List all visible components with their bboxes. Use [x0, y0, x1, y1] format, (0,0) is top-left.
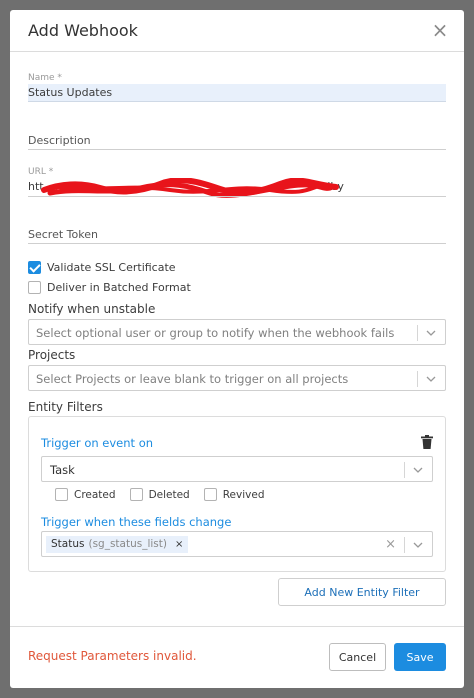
add-webhook-dialog: Add Webhook × Name * Status Updates Desc…	[10, 10, 464, 688]
batched-format-row[interactable]: Deliver in Batched Format	[28, 280, 191, 294]
event-deleted-checkbox[interactable]	[129, 488, 143, 501]
error-message: Request Parameters invalid.	[28, 649, 197, 663]
fields-select[interactable]: Status (sg_status_list) × ×	[41, 531, 433, 557]
event-checkboxes: Created Deleted Revived	[55, 488, 279, 501]
remove-tag-icon[interactable]: ×	[175, 536, 183, 553]
entity-type-select[interactable]: Task	[41, 456, 433, 482]
event-revived-label: Revived	[222, 488, 265, 501]
clear-icon[interactable]: ×	[385, 537, 396, 552]
projects-select[interactable]: Select Projects or leave blank to trigge…	[28, 365, 446, 391]
notify-select[interactable]: Select optional user or group to notify …	[28, 319, 446, 345]
projects-separator	[417, 371, 418, 387]
secret-token-field[interactable]: Secret Token	[28, 228, 98, 241]
projects-placeholder: Select Projects or leave blank to trigge…	[36, 372, 349, 386]
trigger-fields-label: Trigger when these fields change	[41, 515, 232, 529]
validate-ssl-label: Validate SSL Certificate	[47, 260, 176, 274]
trash-icon[interactable]	[421, 435, 433, 449]
trigger-event-label: Trigger on event on	[41, 436, 154, 450]
footer-divider	[10, 626, 464, 627]
name-input[interactable]: Status Updates	[28, 84, 446, 102]
batched-format-label: Deliver in Batched Format	[47, 280, 191, 294]
event-created[interactable]: Created	[55, 488, 116, 501]
projects-label: Projects	[28, 348, 76, 362]
notify-separator	[417, 325, 418, 341]
event-created-checkbox[interactable]	[55, 488, 68, 501]
fields-separator	[404, 537, 405, 553]
url-underline	[28, 196, 446, 197]
close-icon[interactable]: ×	[430, 20, 450, 40]
entity-filters-label: Entity Filters	[28, 400, 103, 414]
field-tag: Status (sg_status_list) ×	[46, 536, 189, 553]
dialog-title: Add Webhook	[28, 21, 138, 40]
secret-token-underline	[28, 243, 446, 244]
batched-format-checkbox[interactable]	[28, 280, 41, 294]
description-underline	[28, 149, 446, 150]
validate-ssl-checkbox[interactable]	[28, 260, 41, 274]
cancel-button[interactable]: Cancel	[329, 643, 386, 671]
event-revived-checkbox[interactable]	[203, 488, 217, 501]
event-created-label: Created	[74, 488, 116, 501]
entity-type-value: Task	[50, 463, 75, 477]
entity-type-separator	[404, 462, 405, 478]
notify-label: Notify when unstable	[28, 302, 156, 316]
event-deleted-label: Deleted	[148, 488, 190, 501]
event-deleted[interactable]: Deleted	[129, 488, 190, 501]
description-field[interactable]: Description	[28, 134, 91, 147]
entity-filter-panel: Trigger on event on Task Created Deleted…	[28, 416, 446, 572]
field-tag-code: (sg_status_list)	[88, 538, 167, 550]
name-label: Name *	[28, 73, 62, 83]
save-button[interactable]: Save	[394, 643, 446, 671]
validate-ssl-row[interactable]: Validate SSL Certificate	[28, 260, 176, 274]
field-tag-name: Status	[51, 538, 85, 550]
chevron-down-icon[interactable]	[425, 327, 437, 339]
chevron-down-icon[interactable]	[425, 373, 437, 385]
chevron-down-icon[interactable]	[412, 539, 424, 551]
url-label: URL *	[28, 167, 54, 177]
chevron-down-icon[interactable]	[412, 464, 424, 476]
dialog-header: Add Webhook ×	[10, 10, 464, 52]
notify-placeholder: Select optional user or group to notify …	[36, 326, 395, 340]
event-revived[interactable]: Revived	[203, 488, 265, 501]
add-entity-filter-button[interactable]: Add New Entity Filter	[278, 578, 446, 606]
